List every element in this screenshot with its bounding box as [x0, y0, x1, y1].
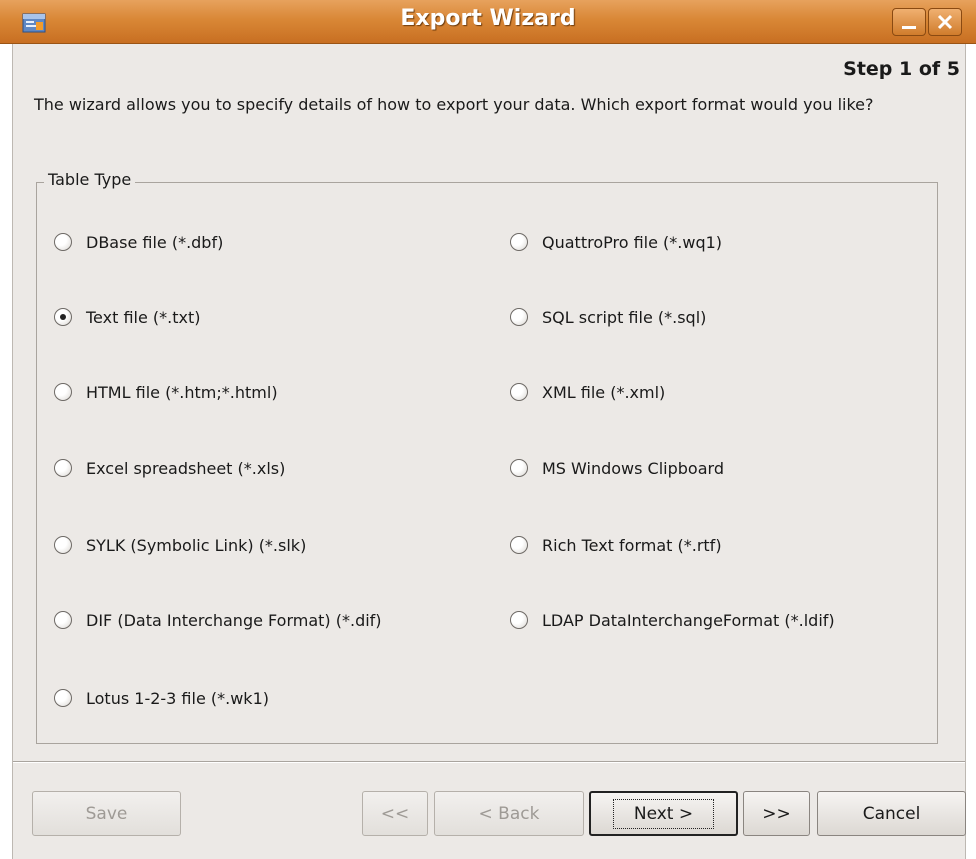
- option-label: MS Windows Clipboard: [542, 458, 724, 478]
- option-label: QuattroPro file (*.wq1): [542, 232, 723, 252]
- radio-lotus[interactable]: [54, 689, 72, 707]
- minimize-button[interactable]: [892, 8, 926, 36]
- close-button[interactable]: [928, 8, 962, 36]
- last-step-button[interactable]: >>: [743, 791, 810, 836]
- option-clipboard[interactable]: MS Windows Clipboard: [510, 456, 724, 480]
- option-label: DIF (Data Interchange Format) (*.dif): [86, 610, 382, 630]
- radio-dif[interactable]: [54, 611, 72, 629]
- option-lotus[interactable]: Lotus 1-2-3 file (*.wk1): [54, 686, 269, 710]
- radio-ldif[interactable]: [510, 611, 528, 629]
- title-bar[interactable]: Export Wizard: [0, 0, 976, 44]
- option-quattropro[interactable]: QuattroPro file (*.wq1): [510, 230, 722, 254]
- radio-sql[interactable]: [510, 308, 528, 326]
- close-icon: [937, 14, 953, 30]
- save-button[interactable]: Save: [32, 791, 181, 836]
- option-label: SQL script file (*.sql): [542, 307, 707, 327]
- next-button[interactable]: Next >: [589, 791, 738, 836]
- radio-sylk[interactable]: [54, 536, 72, 554]
- option-excel[interactable]: Excel spreadsheet (*.xls): [54, 456, 285, 480]
- option-label: Rich Text format (*.rtf): [542, 535, 722, 555]
- option-rtf[interactable]: Rich Text format (*.rtf): [510, 533, 722, 557]
- table-type-title: Table Type: [44, 170, 136, 189]
- next-button-label: Next >: [612, 798, 715, 829]
- back-button[interactable]: < Back: [434, 791, 584, 836]
- option-dif[interactable]: DIF (Data Interchange Format) (*.dif): [54, 608, 382, 632]
- wizard-description: The wizard allows you to specify details…: [34, 95, 874, 114]
- option-label: LDAP DataInterchangeFormat (*.ldif): [542, 610, 835, 630]
- window-frame-right: [966, 44, 976, 859]
- radio-xml[interactable]: [510, 383, 528, 401]
- first-step-button[interactable]: <<: [362, 791, 428, 836]
- option-ldif[interactable]: LDAP DataInterchangeFormat (*.ldif): [510, 608, 835, 632]
- option-xml[interactable]: XML file (*.xml): [510, 380, 665, 404]
- option-dbase[interactable]: DBase file (*.dbf): [54, 230, 223, 254]
- export-wizard-window: Export Wizard Step 1 of 5 The wizard all…: [0, 0, 976, 859]
- cancel-button[interactable]: Cancel: [817, 791, 966, 836]
- window-title: Export Wizard: [400, 6, 576, 31]
- radio-text[interactable]: [54, 308, 72, 326]
- option-html[interactable]: HTML file (*.htm;*.html): [54, 380, 278, 404]
- option-label: XML file (*.xml): [542, 382, 666, 402]
- option-label: Lotus 1-2-3 file (*.wk1): [86, 688, 269, 708]
- radio-rtf[interactable]: [510, 536, 528, 554]
- radio-clipboard[interactable]: [510, 459, 528, 477]
- option-label: SYLK (Symbolic Link) (*.slk): [86, 535, 307, 555]
- button-separator: [13, 761, 965, 763]
- step-indicator: Step 1 of 5: [843, 58, 960, 80]
- option-text[interactable]: Text file (*.txt): [54, 305, 200, 329]
- option-label: Excel spreadsheet (*.xls): [86, 458, 286, 478]
- radio-excel[interactable]: [54, 459, 72, 477]
- radio-quattropro[interactable]: [510, 233, 528, 251]
- option-label: Text file (*.txt): [86, 307, 201, 327]
- option-sylk[interactable]: SYLK (Symbolic Link) (*.slk): [54, 533, 306, 557]
- option-sql[interactable]: SQL script file (*.sql): [510, 305, 706, 329]
- radio-dbase[interactable]: [54, 233, 72, 251]
- window-frame-left: [0, 44, 12, 859]
- minimize-icon: [902, 26, 916, 29]
- option-label: HTML file (*.htm;*.html): [86, 382, 278, 402]
- radio-html[interactable]: [54, 383, 72, 401]
- option-label: DBase file (*.dbf): [86, 232, 224, 252]
